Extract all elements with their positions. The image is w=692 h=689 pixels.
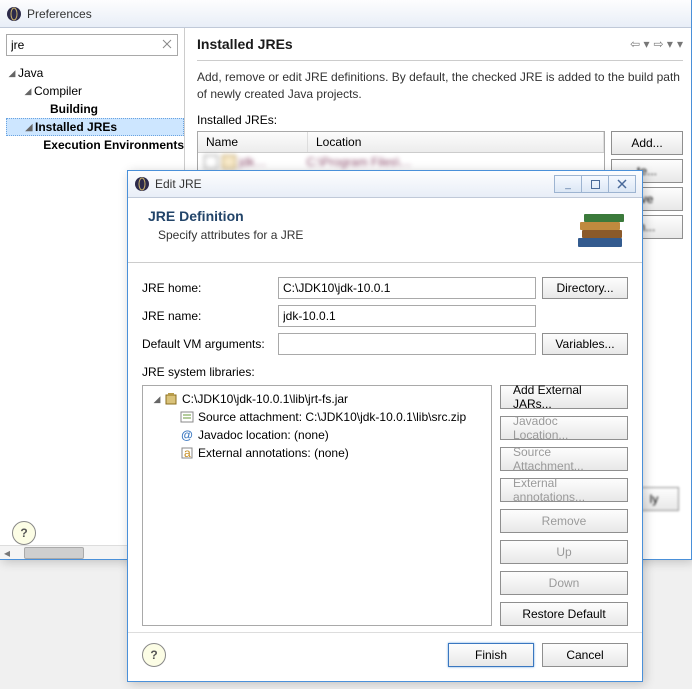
annotations-icon: a: [179, 445, 195, 461]
directory-button[interactable]: Directory...: [542, 277, 628, 299]
lib-javadoc-text: Javadoc location: (none): [198, 428, 329, 442]
lib-jar-text: C:\JDK10\jdk-10.0.1\lib\jrt-fs.jar: [182, 392, 348, 406]
external-annotations-button[interactable]: External annotations...: [500, 478, 628, 502]
maximize-button[interactable]: [581, 175, 609, 193]
help-button[interactable]: ?: [12, 521, 36, 545]
jre-name-label: JRE name:: [142, 309, 272, 323]
jre-home-label: JRE home:: [142, 281, 272, 295]
clear-filter-icon[interactable]: [160, 37, 174, 51]
edit-jre-titlebar[interactable]: Edit JRE _: [128, 171, 642, 198]
finish-button[interactable]: Finish: [448, 643, 534, 667]
column-name[interactable]: Name: [198, 132, 308, 152]
table-label: Installed JREs:: [197, 113, 683, 127]
collapse-icon: ◢: [6, 68, 18, 79]
javadoc-location-button[interactable]: Javadoc Location...: [500, 416, 628, 440]
lib-annotations-text: External annotations: (none): [198, 446, 349, 460]
svg-text:a: a: [184, 446, 191, 460]
tree-item-building[interactable]: Building: [6, 100, 184, 118]
up-button[interactable]: Up: [500, 540, 628, 564]
back-icon[interactable]: ⇦ ▾: [630, 37, 649, 51]
help-button[interactable]: ?: [142, 643, 166, 667]
tree-item-execution-env[interactable]: Execution Environments: [6, 136, 184, 154]
close-button[interactable]: [608, 175, 636, 193]
help-area: ?: [12, 521, 36, 545]
history-nav: ⇦ ▾ ⇨ ▾ ▾: [630, 37, 683, 51]
banner-subtitle: Specify attributes for a JRE: [158, 228, 574, 242]
menu-icon[interactable]: ▾: [677, 37, 683, 51]
remove-lib-button[interactable]: Remove: [500, 509, 628, 533]
dialog-footer: ? Finish Cancel: [128, 632, 642, 681]
source-attachment-button[interactable]: Source Attachment...: [500, 447, 628, 471]
page-description: Add, remove or edit JRE definitions. By …: [197, 69, 683, 103]
table-header: Name Location: [198, 132, 604, 153]
collapse-icon: ◢: [23, 122, 35, 133]
javadoc-icon: @: [179, 427, 195, 443]
books-icon: [574, 208, 628, 252]
filter-container: [6, 34, 178, 56]
jre-icon: [222, 155, 236, 169]
lib-annotations-node[interactable]: a External annotations: (none): [145, 444, 489, 462]
collapse-icon: ◢: [151, 394, 163, 405]
eclipse-icon: [134, 176, 150, 192]
add-button[interactable]: Add...: [611, 131, 683, 155]
minimize-button[interactable]: _: [554, 175, 582, 193]
divider: [197, 60, 683, 61]
scroll-thumb[interactable]: [24, 547, 84, 559]
add-external-jars-button[interactable]: Add External JARs...: [500, 385, 628, 409]
maximize-icon: [591, 180, 600, 189]
jre-name-input[interactable]: [278, 305, 536, 327]
preferences-titlebar[interactable]: Preferences: [0, 0, 691, 28]
edit-jre-title: Edit JRE: [155, 177, 555, 191]
jre-home-input[interactable]: [278, 277, 536, 299]
dialog-banner: JRE Definition Specify attributes for a …: [128, 198, 642, 263]
jar-icon: [163, 391, 179, 407]
column-location[interactable]: Location: [308, 132, 604, 152]
table-row[interactable]: jdk…C:\Program Files\…: [198, 153, 604, 171]
library-buttons: Add External JARs... Javadoc Location...…: [500, 385, 628, 626]
forward-icon[interactable]: ⇨ ▾: [654, 37, 673, 51]
checkbox[interactable]: [204, 155, 218, 169]
banner-title: JRE Definition: [148, 208, 574, 224]
tree-item-installed-jres[interactable]: ◢Installed JREs: [6, 118, 184, 136]
tree-item-java[interactable]: ◢Java: [6, 64, 184, 82]
lib-source-node[interactable]: Source attachment: C:\JDK10\jdk-10.0.1\l…: [145, 408, 489, 426]
lib-source-text: Source attachment: C:\JDK10\jdk-10.0.1\l…: [198, 410, 466, 424]
down-button[interactable]: Down: [500, 571, 628, 595]
lib-javadoc-node[interactable]: @ Javadoc location: (none): [145, 426, 489, 444]
system-libraries-tree[interactable]: ◢ C:\JDK10\jdk-10.0.1\lib\jrt-fs.jar Sou…: [142, 385, 492, 626]
close-icon: [617, 179, 627, 189]
eclipse-icon: [6, 6, 22, 22]
scroll-left-icon[interactable]: ◂: [0, 546, 14, 560]
collapse-icon: ◢: [22, 86, 34, 97]
lib-jar-node[interactable]: ◢ C:\JDK10\jdk-10.0.1\lib\jrt-fs.jar: [145, 390, 489, 408]
tree-item-compiler[interactable]: ◢Compiler: [6, 82, 184, 100]
sys-libs-label: JRE system libraries:: [142, 365, 628, 379]
restore-default-button[interactable]: Restore Default: [500, 602, 628, 626]
cancel-button[interactable]: Cancel: [542, 643, 628, 667]
default-vm-input[interactable]: [278, 333, 536, 355]
filter-input[interactable]: [6, 34, 178, 56]
variables-button[interactable]: Variables...: [542, 333, 628, 355]
page-heading: Installed JREs: [197, 36, 630, 52]
edit-jre-dialog: Edit JRE _ JRE Definition Specify attrib…: [127, 170, 643, 682]
default-vm-label: Default VM arguments:: [142, 337, 272, 351]
source-icon: [179, 409, 195, 425]
preferences-title: Preferences: [27, 7, 685, 21]
